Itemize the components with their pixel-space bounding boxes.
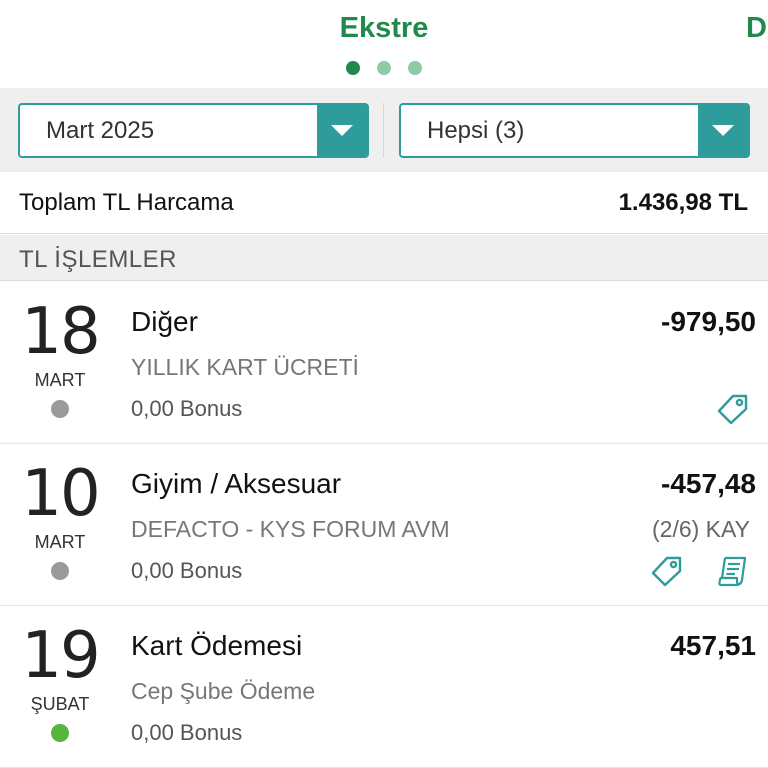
tag-icon[interactable] bbox=[716, 392, 750, 426]
transaction-day: 19 bbox=[21, 619, 100, 693]
transaction-bonus: 0,00 Bonus bbox=[131, 396, 243, 421]
total-spending-value: 1.436,98 TL bbox=[618, 189, 748, 216]
status-dot bbox=[51, 724, 69, 742]
transaction-category: Giyim / Aksesuar bbox=[131, 468, 342, 499]
transaction-month: MART bbox=[34, 532, 86, 552]
page-indicator bbox=[0, 61, 768, 75]
header: Ekstre D bbox=[0, 0, 768, 88]
transaction-row[interactable]: 10 MART Giyim / Aksesuar DEFACTO - KYS F… bbox=[0, 444, 768, 606]
transaction-amount: -457,48 bbox=[661, 468, 756, 499]
status-dot bbox=[51, 562, 69, 580]
transaction-category: Diğer bbox=[131, 306, 198, 337]
total-spending-label: Toplam TL Harcama bbox=[19, 189, 234, 216]
transaction-month: MART bbox=[34, 370, 86, 390]
transaction-month: ŞUBAT bbox=[30, 694, 90, 714]
period-select-value: Mart 2025 bbox=[46, 117, 155, 144]
page-dot-3[interactable] bbox=[408, 61, 422, 75]
transaction-amount: 457,51 bbox=[670, 630, 756, 661]
page-dot-1[interactable] bbox=[346, 61, 360, 75]
receipt-icon[interactable] bbox=[716, 554, 750, 588]
page-dot-2[interactable] bbox=[377, 61, 391, 75]
transaction-amount: -979,50 bbox=[661, 306, 756, 337]
chevron-down-icon[interactable] bbox=[698, 105, 748, 156]
section-header: TL İŞLEMLER bbox=[0, 235, 768, 281]
transaction-day: 18 bbox=[21, 295, 100, 369]
transaction-merchant: DEFACTO - KYS FORUM AVM bbox=[131, 516, 450, 542]
total-spending-row: Toplam TL Harcama 1.436,98 TL bbox=[0, 172, 768, 234]
card-select-value: Hepsi (3) bbox=[427, 117, 525, 144]
transaction-merchant: YILLIK KART ÜCRETİ bbox=[131, 354, 359, 380]
transaction-category: Kart Ödemesi bbox=[131, 630, 303, 661]
filter-bar: Mart 2025 Hepsi (3) bbox=[0, 88, 768, 172]
page-title: Ekstre bbox=[339, 12, 429, 44]
divider bbox=[383, 103, 384, 158]
transaction-day: 10 bbox=[21, 457, 100, 531]
tag-icon[interactable] bbox=[650, 554, 684, 588]
transaction-merchant: Cep Şube Ödeme bbox=[131, 678, 316, 704]
next-page-title[interactable]: D bbox=[746, 12, 767, 45]
period-select[interactable]: Mart 2025 bbox=[18, 103, 369, 158]
transaction-row[interactable]: 18 MART Diğer YILLIK KART ÜCRETİ 0,00 Bo… bbox=[0, 282, 768, 444]
section-label: TL İŞLEMLER bbox=[19, 246, 177, 273]
installment-label: (2/6) KAY bbox=[652, 516, 750, 542]
transaction-bonus: 0,00 Bonus bbox=[131, 720, 243, 745]
transaction-row[interactable]: 19 ŞUBAT Kart Ödemesi Cep Şube Ödeme 0,0… bbox=[0, 606, 768, 768]
card-select[interactable]: Hepsi (3) bbox=[399, 103, 750, 158]
chevron-down-icon[interactable] bbox=[317, 105, 367, 156]
status-dot bbox=[51, 400, 69, 418]
transaction-bonus: 0,00 Bonus bbox=[131, 558, 243, 583]
